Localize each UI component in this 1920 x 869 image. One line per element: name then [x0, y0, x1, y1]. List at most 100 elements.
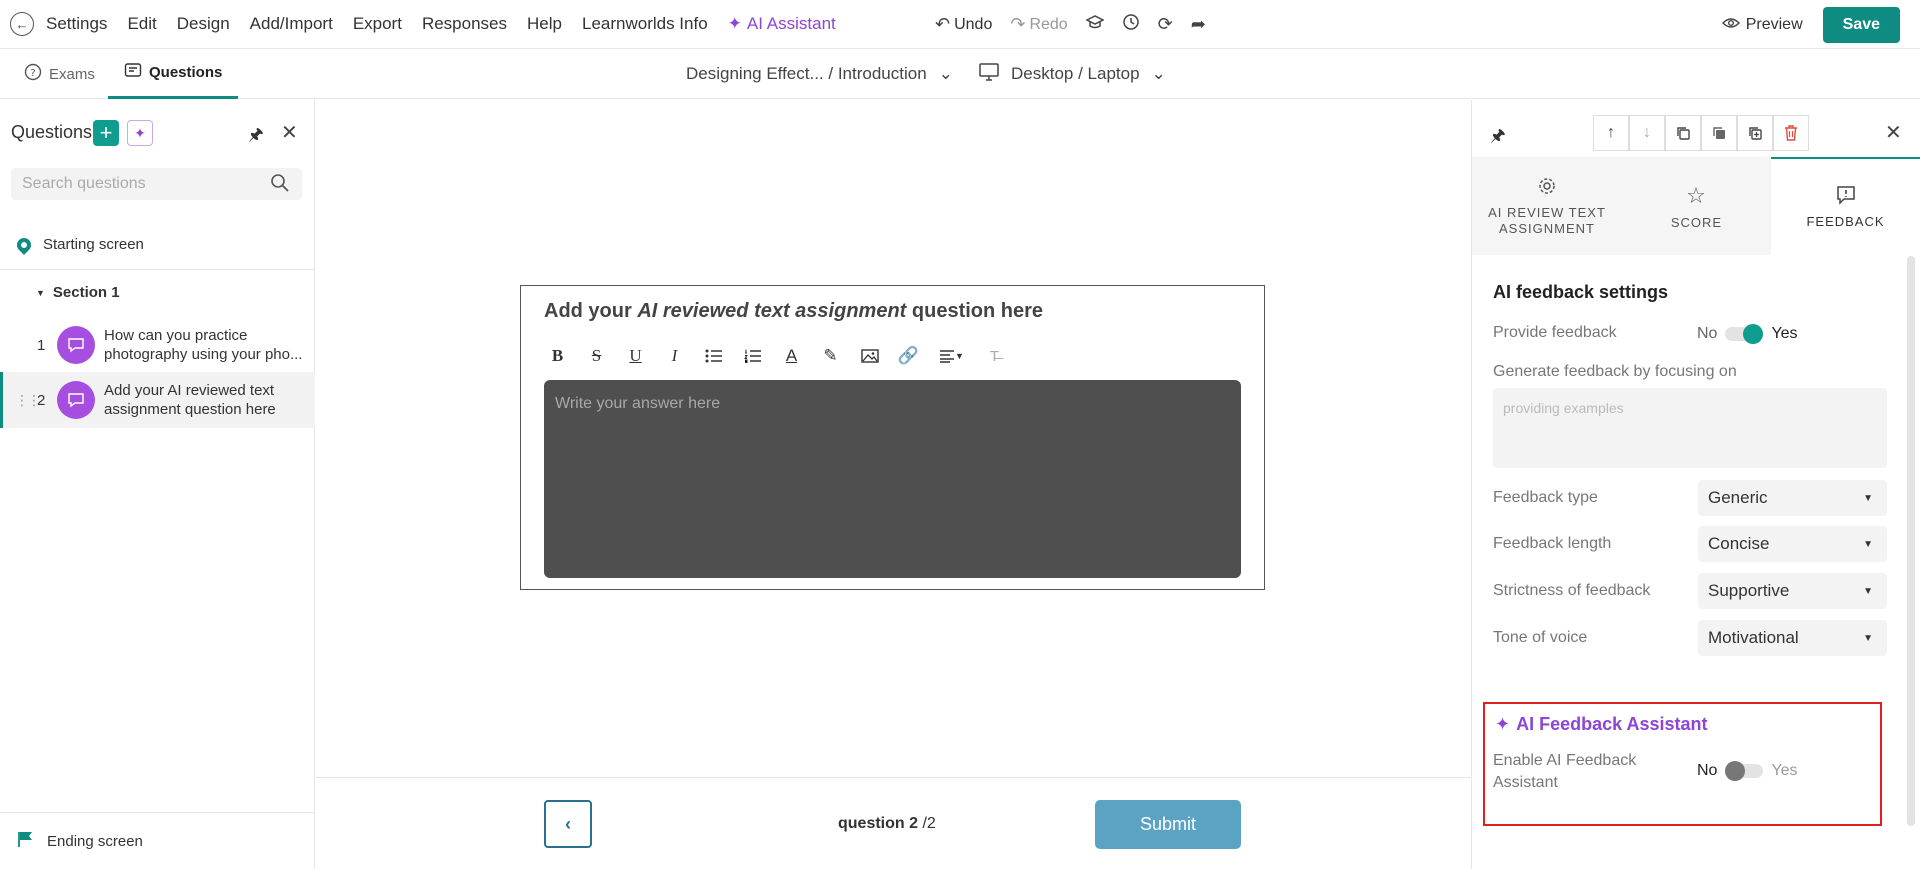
menu-design[interactable]: Design	[177, 14, 230, 34]
drag-handle-icon[interactable]: ⋮⋮	[15, 392, 41, 409]
question-list-item[interactable]: ⋮⋮ 2 Add your AI reviewed text assignmen…	[0, 372, 315, 428]
menu-learnworlds-info[interactable]: Learnworlds Info	[582, 14, 708, 34]
starting-screen-label: Starting screen	[43, 236, 144, 253]
ending-screen-item[interactable]: Ending screen	[0, 812, 315, 869]
pin-icon[interactable]: 🖈	[1490, 123, 1506, 152]
feedback-type-label: Feedback type	[1493, 489, 1598, 506]
pin-icon[interactable]: 🖈	[248, 122, 264, 151]
preview-button[interactable]: Preview	[1721, 15, 1803, 34]
tab-exams[interactable]: ? Exams	[24, 49, 95, 99]
question-list-icon	[124, 62, 142, 84]
strictness-select[interactable]: Supportive ▼	[1698, 573, 1887, 609]
move-up-icon[interactable]: ↑	[1593, 115, 1629, 151]
back-icon[interactable]: ←	[10, 12, 34, 36]
numbered-list-icon[interactable]	[734, 341, 771, 371]
move-down-icon[interactable]: ↓	[1629, 115, 1665, 151]
breadcrumb[interactable]: Designing Effect... / Introduction ⌄	[686, 49, 953, 99]
save-button[interactable]: Save	[1822, 6, 1900, 43]
menu-ai-assistant[interactable]: ✦ AI Assistant	[728, 14, 836, 34]
toggle-switch[interactable]	[1725, 761, 1764, 781]
toggle-no-label: No	[1697, 325, 1718, 342]
search-icon[interactable]	[270, 173, 290, 196]
text-color-icon[interactable]: A	[773, 341, 810, 371]
bold-icon[interactable]: B	[539, 341, 576, 371]
graduation-cap-icon[interactable]	[1085, 13, 1105, 36]
tone-label: Tone of voice	[1493, 629, 1588, 646]
monitor-icon	[979, 62, 999, 86]
undo-icon: ↶	[935, 14, 951, 34]
undo-button[interactable]: ↶ Undo	[935, 14, 992, 35]
previous-question-button[interactable]: ‹	[544, 800, 592, 848]
tab-ai-review[interactable]: AI REVIEW TEXT ASSIGNMENT	[1472, 157, 1622, 255]
question-list-item[interactable]: 1 How can you practice photography using…	[0, 317, 315, 373]
link-icon[interactable]: 🔗	[890, 341, 927, 371]
tab-score-label: SCORE	[1670, 214, 1723, 230]
submit-button[interactable]: Submit	[1095, 800, 1241, 849]
device-selector[interactable]: Desktop / Laptop ⌄	[979, 49, 1166, 99]
trash-icon[interactable]	[1773, 115, 1809, 151]
caret-down-icon: ▼	[1863, 492, 1873, 504]
preview-label: Preview	[1745, 15, 1803, 33]
question-counter-current: question 2	[838, 815, 919, 832]
search-input[interactable]	[11, 168, 251, 200]
close-icon[interactable]: ✕	[1885, 120, 1902, 145]
chevron-down-icon: ⌄	[1151, 64, 1166, 83]
underline-icon[interactable]: U	[617, 341, 654, 371]
edit-tools: ↶ Undo ↷ Redo ⟳ ➦	[935, 0, 1206, 49]
redo-label: Redo	[1029, 15, 1068, 33]
question-title[interactable]: Add your AI reviewed text assignment que…	[544, 300, 1043, 323]
menu-edit[interactable]: Edit	[127, 14, 156, 34]
ai-feedback-assistant-title: ✦ AI Feedback Assistant	[1495, 714, 1708, 735]
align-icon[interactable]: ▼	[929, 341, 974, 371]
device-label: Desktop / Laptop	[1011, 64, 1140, 83]
starting-screen-item[interactable]: Starting screen	[0, 220, 315, 270]
share-icon[interactable]: ➦	[1191, 14, 1206, 35]
question-card[interactable]: Add your AI reviewed text assignment que…	[520, 285, 1265, 590]
feedback-length-select[interactable]: Concise ▼	[1698, 526, 1887, 562]
feedback-length-label: Feedback length	[1493, 535, 1612, 552]
focus-textarea[interactable]: providing examples	[1493, 388, 1887, 468]
close-icon[interactable]: ✕	[281, 120, 298, 145]
gear-icon	[1537, 176, 1557, 199]
question-actions-toolbar: ↑ ↓	[1593, 115, 1809, 151]
clone-icon[interactable]	[1737, 115, 1773, 151]
copy-icon[interactable]	[1665, 115, 1701, 151]
enable-assistant-toggle[interactable]: No Yes	[1697, 761, 1798, 781]
tone-select[interactable]: Motivational ▼	[1698, 620, 1887, 656]
add-question-button[interactable]: +	[93, 120, 119, 146]
strikethrough-icon[interactable]: S	[578, 341, 615, 371]
sync-icon[interactable]: ⟳	[1158, 14, 1173, 35]
ai-generate-button[interactable]: ✦	[127, 120, 153, 146]
panel-tabs: AI REVIEW TEXT ASSIGNMENT ☆ SCORE FEEDBA…	[1472, 157, 1920, 255]
menu-responses[interactable]: Responses	[422, 14, 507, 34]
image-icon[interactable]	[851, 341, 888, 371]
toggle-switch[interactable]	[1725, 324, 1764, 344]
pencil-icon[interactable]: ✎	[812, 341, 849, 371]
feedback-settings-title: AI feedback settings	[1493, 282, 1669, 302]
svg-text:?: ?	[30, 68, 35, 79]
tab-questions-label: Questions	[149, 64, 223, 81]
menu-add-import[interactable]: Add/Import	[250, 14, 333, 34]
tab-feedback[interactable]: FEEDBACK	[1771, 157, 1920, 255]
tab-score[interactable]: ☆ SCORE	[1622, 157, 1771, 255]
star-icon: ☆	[1686, 182, 1707, 208]
panel-scrollbar[interactable]	[1907, 256, 1915, 826]
menu-settings[interactable]: Settings	[46, 14, 107, 34]
tab-questions[interactable]: Questions	[108, 49, 239, 99]
feedback-icon	[1836, 185, 1856, 208]
menu-export[interactable]: Export	[353, 14, 402, 34]
history-icon[interactable]	[1122, 13, 1140, 36]
duplicate-icon[interactable]	[1701, 115, 1737, 151]
bullet-list-icon[interactable]	[695, 341, 732, 371]
section-header[interactable]: ▼ Section 1	[36, 284, 120, 301]
clear-format-icon[interactable]: T̶	[976, 341, 1013, 371]
answer-textarea[interactable]: Write your answer here	[544, 380, 1241, 578]
menu-help[interactable]: Help	[527, 14, 562, 34]
redo-button[interactable]: ↷ Redo	[1010, 14, 1067, 35]
italic-icon[interactable]: I	[656, 341, 693, 371]
location-pin-icon	[14, 234, 34, 255]
chat-bubble-icon	[57, 381, 95, 419]
strictness-value: Supportive	[1708, 581, 1790, 600]
provide-feedback-toggle[interactable]: No Yes	[1697, 324, 1798, 344]
feedback-type-select[interactable]: Generic ▼	[1698, 480, 1887, 516]
